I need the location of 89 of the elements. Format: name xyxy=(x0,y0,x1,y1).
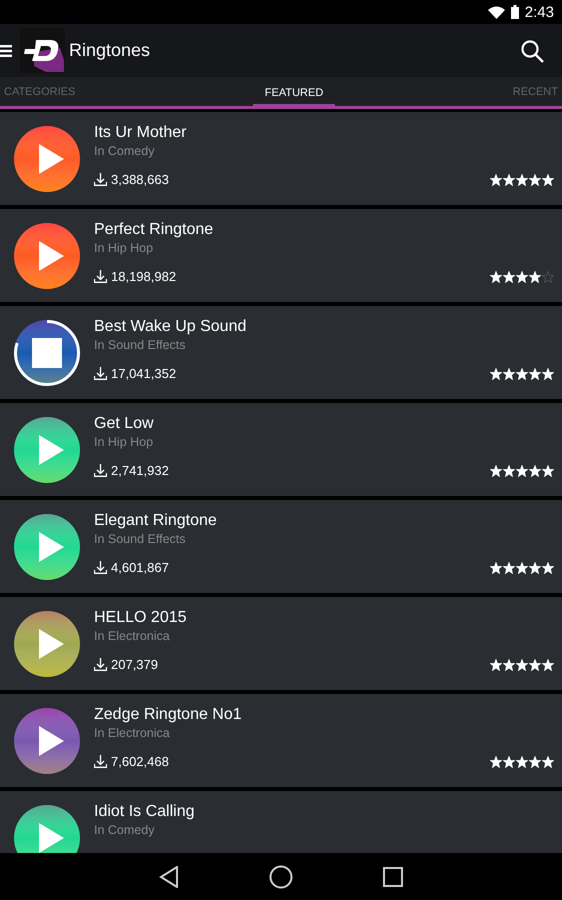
star-icon xyxy=(529,368,541,380)
star-icon xyxy=(516,464,528,476)
star-icon xyxy=(490,562,502,574)
back-icon[interactable] xyxy=(159,866,179,888)
ringtone-category: In Electronica xyxy=(94,629,171,643)
star-icon xyxy=(516,756,528,768)
ringtone-category: In Comedy xyxy=(94,823,156,837)
star-icon xyxy=(529,562,541,574)
star-icon xyxy=(516,368,528,380)
star-icon xyxy=(542,368,554,380)
star-icon xyxy=(529,658,541,670)
star-icon xyxy=(490,174,502,186)
star-icon xyxy=(542,658,554,670)
download-icon xyxy=(94,270,107,283)
ringtone-category: In Hip Hop xyxy=(94,241,154,255)
ringtone-category: In Electronica xyxy=(94,726,171,740)
play-button[interactable] xyxy=(14,514,80,580)
star-icon xyxy=(529,174,541,186)
ringtone-card[interactable]: Idiot Is Calling In Comedy xyxy=(0,791,562,853)
menu-icon[interactable] xyxy=(0,44,12,56)
star-icon xyxy=(490,368,502,380)
star-icon xyxy=(542,464,554,476)
download-count: 2,741,932 xyxy=(111,463,170,478)
download-icon xyxy=(94,658,107,671)
download-icon xyxy=(94,367,107,380)
star-icon xyxy=(529,756,541,768)
download-count: 3,388,663 xyxy=(111,172,170,187)
download-icon xyxy=(94,561,107,574)
star-icon xyxy=(542,174,554,186)
ringtone-category: In Sound Effects xyxy=(94,338,186,352)
ringtone-card[interactable]: Elegant Ringtone In Sound Effects 4,601,867 xyxy=(0,500,562,593)
ringtone-title: Zedge Ringtone No1 xyxy=(94,706,243,724)
ringtone-category: In Hip Hop xyxy=(94,435,154,449)
star-icon xyxy=(503,464,515,476)
download-icon xyxy=(94,173,107,186)
ringtone-title: Its Ur Mother xyxy=(94,124,188,142)
ringtone-card[interactable]: Perfect Ringtone In Hip Hop 18,198,982 xyxy=(0,209,562,302)
download-count: 7,602,468 xyxy=(111,754,170,769)
star-icon xyxy=(542,562,554,574)
download-count: 207,379 xyxy=(111,657,159,672)
recents-icon[interactable] xyxy=(383,866,403,886)
download-count: 17,041,352 xyxy=(111,366,178,381)
ringtone-card[interactable]: Its Ur Mother In Comedy 3,388,663 xyxy=(0,112,562,205)
battery-icon xyxy=(510,5,519,19)
ringtone-card[interactable]: Get Low In Hip Hop 2,741,932 xyxy=(0,403,562,496)
ringtone-title: Best Wake Up Sound xyxy=(94,318,248,336)
ringtone-category: In Sound Effects xyxy=(94,532,186,546)
wifi-icon xyxy=(488,6,505,18)
play-button[interactable] xyxy=(14,610,80,676)
download-icon xyxy=(94,755,107,768)
play-button[interactable] xyxy=(14,416,80,482)
search-icon[interactable] xyxy=(520,38,544,62)
star-icon xyxy=(490,756,502,768)
star-icon xyxy=(503,174,515,186)
ringtone-card[interactable]: Zedge Ringtone No1 In Electronica 7,602,468 xyxy=(0,694,562,787)
star-icon xyxy=(503,368,515,380)
star-icon xyxy=(503,658,515,670)
ringtone-card[interactable]: HELLO 2015 In Electronica 207,379 xyxy=(0,597,562,690)
star-icon xyxy=(503,562,515,574)
download-count: 18,198,982 xyxy=(111,269,178,284)
ringtone-title: Perfect Ringtone xyxy=(94,221,214,239)
star-icon xyxy=(503,756,515,768)
ringtone-title: HELLO 2015 xyxy=(94,609,188,627)
star-icon xyxy=(542,756,554,768)
star-icon xyxy=(490,464,502,476)
ringtone-title: Get Low xyxy=(94,415,155,433)
app-logo[interactable] xyxy=(20,28,65,73)
star-icon xyxy=(516,270,528,282)
star-icon xyxy=(490,270,502,282)
star-icon xyxy=(516,658,528,670)
star-icon xyxy=(503,270,515,282)
star-icon xyxy=(516,174,528,186)
download-count: 4,601,867 xyxy=(111,560,170,575)
star-icon xyxy=(529,270,541,282)
ringtone-category: In Comedy xyxy=(94,144,156,158)
ringtone-title: Elegant Ringtone xyxy=(94,512,218,530)
stop-button[interactable] xyxy=(14,320,80,386)
ringtone-card[interactable]: Best Wake Up Sound In Sound Effects 17,041,352 xyxy=(0,306,562,399)
app-title: Ringtones xyxy=(69,40,152,61)
play-button[interactable] xyxy=(14,222,80,288)
play-button[interactable] xyxy=(14,708,80,774)
play-button[interactable] xyxy=(14,126,80,192)
download-icon xyxy=(94,464,107,477)
ringtone-title: Idiot Is Calling xyxy=(94,803,196,821)
clock-time: 2:43 xyxy=(524,4,554,20)
home-icon[interactable] xyxy=(269,864,293,888)
star-icon xyxy=(529,464,541,476)
star-icon xyxy=(490,658,502,670)
star-icon xyxy=(516,562,528,574)
